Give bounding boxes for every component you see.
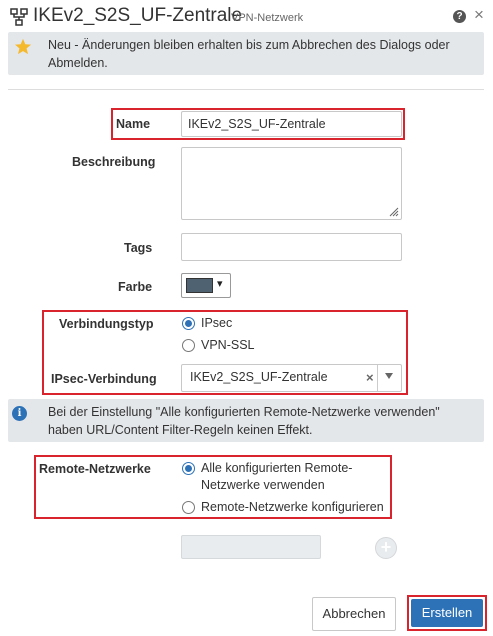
tags-label: Tags	[124, 241, 153, 255]
create-highlight: Erstellen	[407, 595, 487, 631]
cancel-button[interactable]: Abbrechen	[312, 597, 396, 631]
create-button[interactable]: Erstellen	[411, 599, 483, 627]
notice-info: Bei der Einstellung "Alle konfigurierten…	[8, 399, 484, 442]
radio-ipsec[interactable]	[182, 317, 195, 330]
close-icon[interactable]: ×	[474, 6, 484, 23]
tags-input[interactable]	[181, 233, 402, 261]
description-textarea[interactable]	[181, 147, 402, 220]
notice-info-text: Bei der Einstellung "Alle konfigurierten…	[48, 405, 440, 437]
radio-remote-configure-label[interactable]: Remote-Netzwerke konfigurieren	[201, 499, 384, 516]
radio-remote-configure[interactable]	[182, 501, 195, 514]
ipsec-connection-label: IPsec-Verbindung	[51, 372, 157, 386]
radio-vpn-ssl[interactable]	[182, 339, 195, 352]
dropdown-arrow-icon[interactable]	[385, 373, 393, 379]
radio-remote-all-label[interactable]: Alle konfigurierten Remote-Netzwerke ver…	[201, 460, 381, 494]
description-label: Beschreibung	[72, 155, 156, 169]
color-picker[interactable]: ▾	[181, 273, 231, 298]
select-separator	[377, 365, 378, 391]
connection-type-label: Verbindungstyp	[59, 317, 154, 331]
radio-remote-all[interactable]	[182, 462, 195, 475]
star-icon	[14, 38, 32, 55]
radio-ipsec-label[interactable]: IPsec	[201, 315, 232, 332]
notice-new: Neu - Änderungen bleiben erhalten bis zu…	[8, 32, 484, 75]
remote-network-field	[181, 535, 321, 559]
info-icon: i	[12, 406, 27, 421]
network-icon	[10, 8, 28, 26]
color-swatch	[186, 278, 213, 293]
radio-vpn-ssl-label[interactable]: VPN-SSL	[201, 337, 255, 354]
name-input[interactable]: IKEv2_S2S_UF-Zentrale	[181, 111, 402, 137]
dialog-title: IKEv2_S2S_UF-Zentrale	[33, 5, 243, 26]
help-icon[interactable]: ?	[453, 10, 466, 23]
clear-icon[interactable]: ×	[366, 370, 374, 385]
notice-new-text: Neu - Änderungen bleiben erhalten bis zu…	[48, 38, 450, 70]
dialog-subtitle: VPN-Netzwerk	[231, 12, 304, 24]
name-label: Name	[116, 117, 151, 131]
ipsec-connection-select[interactable]: IKEv2_S2S_UF-Zentrale ×	[181, 364, 402, 392]
color-label: Farbe	[118, 280, 153, 294]
caret-down-icon: ▾	[217, 278, 223, 290]
add-icon: +	[375, 537, 397, 559]
resize-grip-icon[interactable]	[389, 207, 399, 217]
ipsec-connection-value: IKEv2_S2S_UF-Zentrale	[190, 370, 328, 384]
remote-networks-label: Remote-Netzwerke	[39, 462, 151, 476]
divider	[8, 89, 484, 90]
